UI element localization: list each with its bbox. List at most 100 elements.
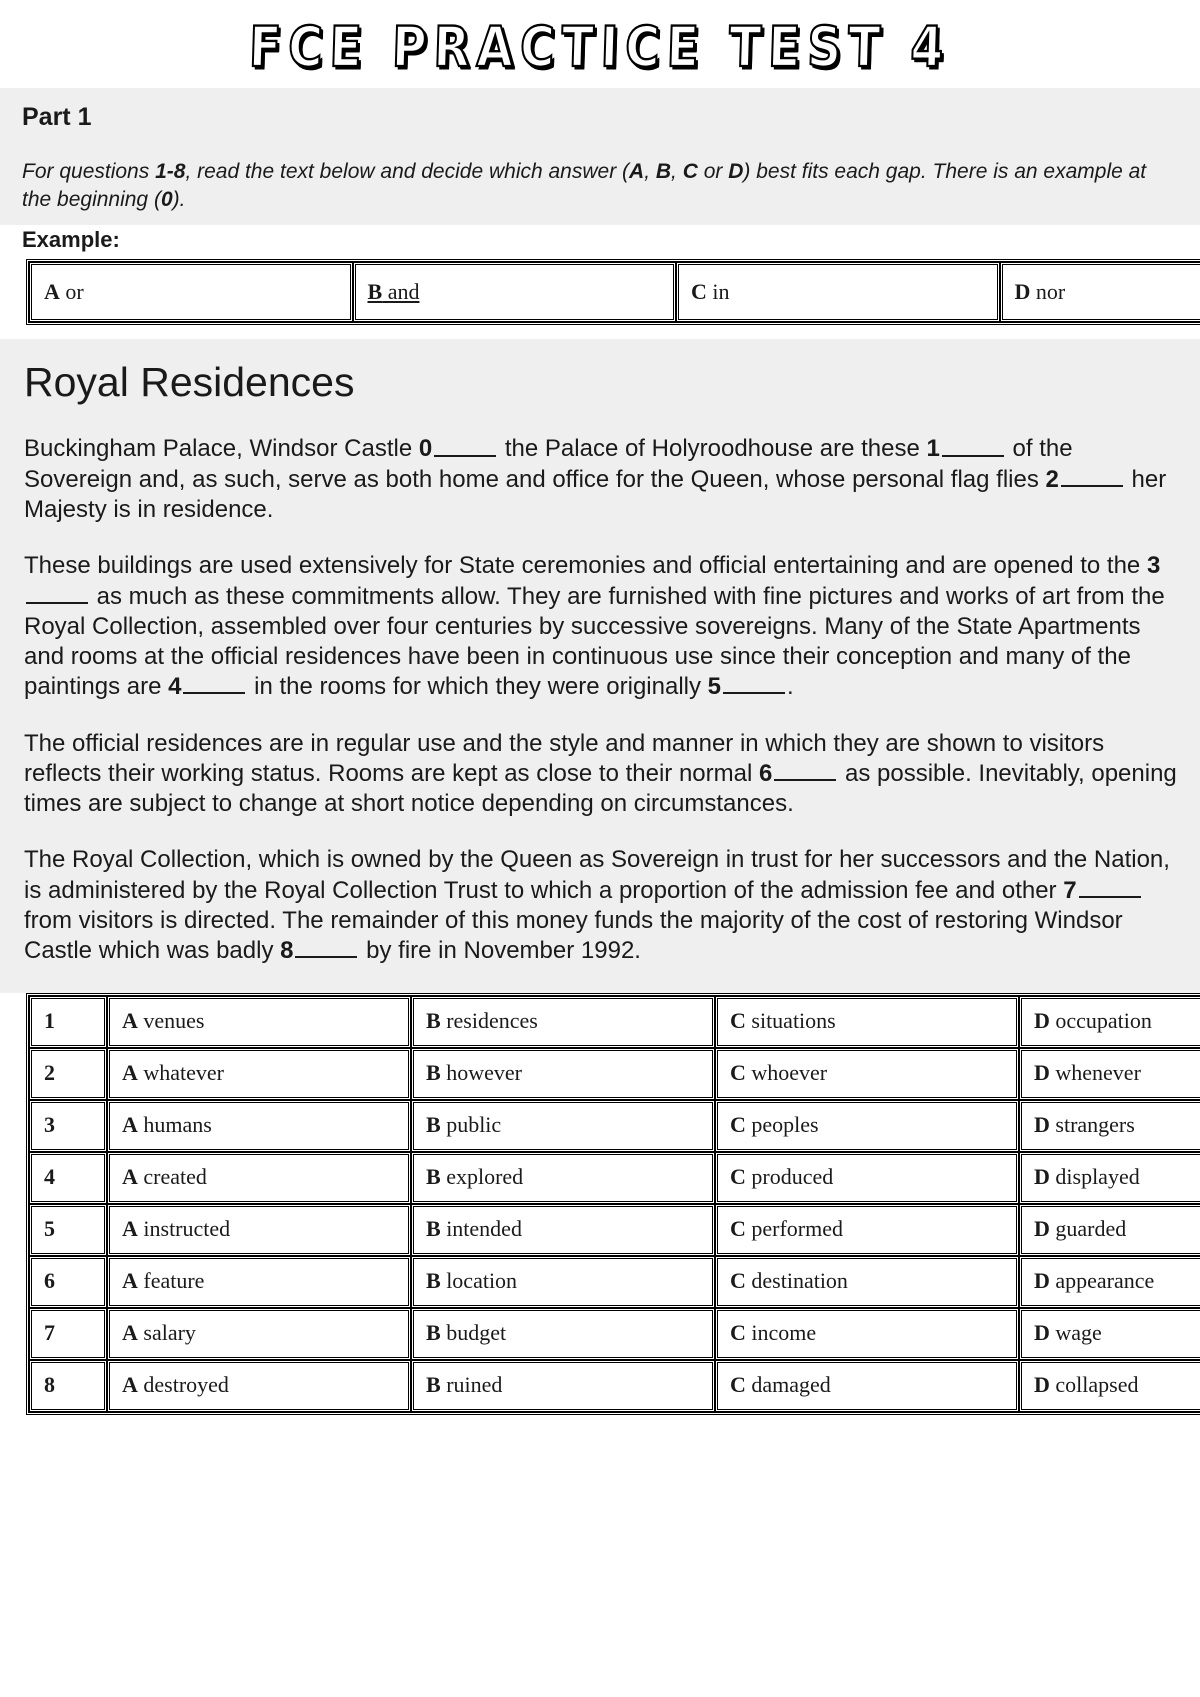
answer-gap-blank[interactable] (295, 936, 358, 959)
option-cell-c[interactable]: C peoples (715, 1099, 1019, 1152)
part-heading: Part 1 (22, 103, 92, 131)
passage-body: Buckingham Palace, Windsor Castle 0 the … (24, 434, 1178, 966)
option-text: salary (137, 1319, 196, 1345)
passage-title: Royal Residences (24, 359, 355, 406)
option-letter: B (426, 1007, 441, 1033)
option-cell-b[interactable]: B explored (411, 1151, 715, 1204)
option-letter: C (730, 1215, 746, 1241)
question-number-cell: 5 (29, 1203, 107, 1256)
option-cell-c[interactable]: C income (715, 1307, 1019, 1360)
option-text: public (440, 1111, 502, 1137)
passage-text: by fire in November 1992. (359, 937, 641, 965)
option-cell-a[interactable]: A instructed (107, 1203, 411, 1256)
answer-gap-blank[interactable] (941, 434, 1004, 457)
option-text: produced (745, 1163, 834, 1189)
table-row: A or B and C in D nor (29, 262, 1200, 323)
option-letter: B (426, 1371, 441, 1397)
option-cell-d[interactable]: D displayed (1019, 1151, 1200, 1204)
option-cell-b[interactable]: B however (411, 1047, 715, 1100)
option-cell-c[interactable]: C damaged (715, 1359, 1019, 1412)
example-option-cell-a[interactable]: A or (29, 262, 353, 323)
example-option-content: B and (368, 279, 420, 304)
passage-text: Buckingham Palace, Windsor Castle (24, 435, 419, 463)
option-text: however (440, 1059, 522, 1085)
instructions-example-suffix: ). (172, 188, 186, 212)
option-cell-b[interactable]: B residences (411, 995, 715, 1048)
option-cell-a[interactable]: A whatever (107, 1047, 411, 1100)
option-cell-d[interactable]: D appearance (1019, 1255, 1200, 1308)
passage-paragraph: The Royal Collection, which is owned by … (24, 845, 1178, 966)
passage-text: The Royal Collection, which is owned by … (24, 846, 1170, 904)
option-letter: D (1034, 1267, 1050, 1293)
option-letter: B (426, 1059, 441, 1085)
option-cell-c[interactable]: C produced (715, 1151, 1019, 1204)
option-text: performed (745, 1215, 844, 1241)
option-letter-c: C (682, 159, 698, 183)
option-cell-b[interactable]: B budget (411, 1307, 715, 1360)
option-text: appearance (1049, 1267, 1155, 1293)
option-letter: D (1034, 1371, 1050, 1397)
option-letter: D (1034, 1163, 1050, 1189)
option-cell-d[interactable]: D wage (1019, 1307, 1200, 1360)
question-number-cell: 8 (29, 1359, 107, 1412)
option-letter: D (1034, 1007, 1050, 1033)
example-option-cell-c[interactable]: C in (676, 262, 1000, 323)
instructions-suffix: ) best fits each gap. (743, 159, 927, 183)
option-text: location (440, 1267, 518, 1293)
gap-number: 4 (168, 673, 182, 701)
option-cell-d[interactable]: D whenever (1019, 1047, 1200, 1100)
option-cell-c[interactable]: C destination (715, 1255, 1019, 1308)
option-text: or (59, 278, 84, 304)
answer-gap-blank[interactable] (183, 672, 246, 695)
option-cell-a[interactable]: A humans (107, 1099, 411, 1152)
gap-number: 2 (1045, 465, 1059, 493)
option-cell-c[interactable]: C performed (715, 1203, 1019, 1256)
option-letter: A (122, 1059, 138, 1085)
option-cell-c[interactable]: C whoever (715, 1047, 1019, 1100)
answer-gap-blank[interactable] (774, 759, 837, 781)
option-cell-d[interactable]: D occupation (1019, 995, 1200, 1048)
option-letter: C (730, 1319, 746, 1345)
option-text: intended (440, 1215, 522, 1241)
example-option-content: D nor (1015, 279, 1066, 304)
answer-gap-blank[interactable] (1078, 876, 1141, 898)
option-letter: C (730, 1371, 746, 1397)
option-text: in (706, 278, 730, 304)
option-cell-b[interactable]: B intended (411, 1203, 715, 1256)
option-cell-d[interactable]: D strangers (1019, 1099, 1200, 1152)
option-text: situations (745, 1007, 836, 1033)
answer-gap-blank[interactable] (26, 582, 88, 604)
option-cell-d[interactable]: D collapsed (1019, 1359, 1200, 1412)
option-cell-b[interactable]: B public (411, 1099, 715, 1152)
option-cell-a[interactable]: A destroyed (107, 1359, 411, 1412)
option-text: whoever (745, 1059, 828, 1085)
option-cell-a[interactable]: A salary (107, 1307, 411, 1360)
option-text: displayed (1049, 1163, 1140, 1189)
table-row: 7A salary B budget C income D wage (29, 1307, 1200, 1360)
spacer-below-example (0, 325, 1200, 340)
option-text: instructed (137, 1215, 231, 1241)
option-cell-b[interactable]: B location (411, 1255, 715, 1308)
option-cell-a[interactable]: A venues (107, 995, 411, 1048)
gap-number: 8 (280, 937, 294, 965)
gap-number: 1 (926, 435, 940, 463)
passage-text: These buildings are used extensively for… (24, 552, 1147, 580)
questions-table-body: 1A venues B residences C situations D occup… (29, 995, 1200, 1412)
option-cell-d[interactable]: D guarded (1019, 1203, 1200, 1256)
option-cell-b[interactable]: B ruined (411, 1359, 715, 1412)
answer-gap-blank[interactable] (723, 672, 786, 695)
answer-gap-blank[interactable] (1060, 465, 1123, 487)
example-option-cell-b[interactable]: B and (352, 262, 676, 323)
passage-paragraph: The official residences are in regular u… (24, 729, 1178, 820)
option-text: destination (745, 1267, 848, 1293)
gap-number: 6 (758, 759, 773, 787)
option-cell-c[interactable]: C situations (715, 995, 1019, 1048)
answer-gap-blank[interactable] (434, 434, 497, 457)
sep-2: , (671, 159, 683, 183)
option-cell-a[interactable]: A created (107, 1151, 411, 1204)
option-letter: D (1014, 278, 1031, 304)
table-row: 5A instructed B intended C performed D guar… (29, 1203, 1200, 1256)
option-cell-a[interactable]: A feature (107, 1255, 411, 1308)
example-option-cell-d[interactable]: D nor (999, 262, 1200, 323)
option-letter-b: B (655, 159, 672, 183)
